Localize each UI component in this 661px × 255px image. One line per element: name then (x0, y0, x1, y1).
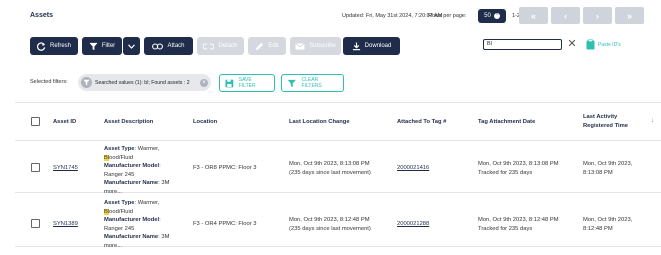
asset-id-link[interactable]: SYN1389 (53, 220, 78, 229)
filter-label: Filter (101, 43, 116, 49)
detach-label: Detach (218, 43, 238, 49)
assets-table: Asset ID Asset Description Location Last… (15, 102, 661, 255)
refresh-icon (36, 41, 46, 51)
clear-filters-button[interactable]: CLEAR FILTERS (281, 74, 344, 92)
chevron-updown-icon: ⌃ (493, 13, 500, 19)
top-bar: Assets Updated: Fri, May 31st 2024, 7:20… (0, 0, 661, 30)
column-attached-to-tag[interactable]: Attached To Tag # (397, 118, 446, 127)
paste-ids-label: Paste ID's (598, 41, 621, 48)
column-tag-attachment-date[interactable]: Tag Attachment Date (478, 118, 535, 127)
download-icon (352, 41, 360, 50)
location-cell: F3 - OR8 PPMC: Floor 3 (193, 165, 257, 171)
envelope-icon (295, 42, 305, 49)
link-icon (152, 42, 164, 50)
unlink-icon (203, 42, 215, 50)
attach-button[interactable]: Attach (144, 37, 193, 55)
search-input[interactable]: BI (483, 39, 562, 50)
subscribe-label: Subscribe (309, 43, 336, 49)
tag-attachment-date-cell: Mon, Oct 9th 2023, 8:12:48 PM Tracked fo… (478, 217, 559, 232)
download-label: Download (364, 43, 392, 49)
column-location[interactable]: Location (193, 118, 217, 127)
rows-per-page-value: 50 (484, 13, 491, 19)
save-icon (225, 79, 234, 87)
edit-label: Edit (268, 43, 279, 49)
attach-label: Attach (167, 43, 185, 49)
column-last-activity[interactable]: Last Activity Registered Time (583, 113, 628, 131)
last-activity-cell: Mon, Oct 9th 2023, 8:12:48 PM (583, 217, 633, 232)
column-asset-id[interactable]: Asset ID (53, 118, 76, 127)
clear-search-icon[interactable]: ✕ (566, 38, 578, 51)
prev-page-button[interactable]: ‹ (551, 7, 580, 24)
save-filter-label: SAVE FILTER (238, 77, 256, 89)
selected-filters-label: Selected filters: (30, 79, 68, 85)
location-cell: F3 - OR4 PPMC: Floor 3 (193, 221, 257, 227)
table-row[interactable]: SYN1745 Asset Type: Warmer, Blood/Fluid … (15, 141, 661, 196)
last-location-change-cell: Mon, Oct 9th 2023, 8:13:08 PM (235 days … (289, 161, 371, 176)
save-filter-button[interactable]: SAVE FILTER (219, 74, 275, 92)
last-page-button[interactable]: » (615, 7, 644, 24)
subscribe-button[interactable]: Subscribe (290, 37, 341, 55)
tag-link[interactable]: 2000021288 (397, 220, 429, 229)
first-page-button[interactable]: « (519, 7, 548, 24)
more-link[interactable]: more... (104, 242, 184, 251)
last-location-change-cell: Mon, Oct 9th 2023, 8:12:48 PM (235 days … (289, 217, 371, 232)
last-activity-cell: Mon, Oct 9th 2023, 8:13:08 PM (583, 161, 633, 176)
table-header: Asset ID Asset Description Location Last… (15, 103, 661, 141)
clipboard-icon (586, 39, 595, 50)
paste-ids-button[interactable]: Paste ID's (586, 38, 621, 51)
rows-per-page-select[interactable]: 50 ⌃ (478, 9, 506, 23)
asset-description: Asset Type: Warmer, Blood/Fluid Manufact… (104, 199, 184, 250)
clear-filter-icon (287, 79, 296, 87)
asset-id-link[interactable]: SYN1745 (53, 164, 78, 173)
filter-dropdown-button[interactable] (123, 37, 140, 55)
clear-filters-label: CLEAR FILTERS (301, 77, 322, 89)
rows-per-page-label: Rows per page: (428, 13, 467, 19)
filter-chip: Searched values (1): bl; Found assets : … (78, 74, 211, 91)
tag-attachment-date-cell: Mon, Oct 9th 2023, 8:13:08 PM Tracked fo… (478, 161, 559, 176)
download-button[interactable]: Download (343, 37, 400, 55)
chevron-down-icon (128, 43, 135, 49)
row-checkbox[interactable] (31, 163, 40, 172)
column-last-activity-line1: Last Activity (583, 114, 618, 120)
detach-button[interactable]: Detach (197, 37, 244, 55)
row-checkbox[interactable] (31, 219, 40, 228)
refresh-label: Refresh (49, 43, 71, 49)
column-last-activity-line2: Registered Time (583, 123, 628, 129)
next-page-button[interactable]: › (583, 7, 612, 24)
remove-filter-icon[interactable]: × (200, 78, 208, 87)
asset-description: Asset Type: Warmer, Blood/Fluid Manufact… (104, 145, 184, 196)
filter-chip-label: Searched values (1): bl; Found assets : … (95, 79, 190, 86)
filter-button[interactable]: Filter (82, 37, 122, 55)
select-all-checkbox[interactable] (31, 117, 40, 126)
column-asset-description[interactable]: Asset Description (104, 118, 153, 127)
edit-button[interactable]: Edit (248, 37, 286, 55)
pencil-icon (256, 42, 264, 50)
table-row[interactable]: SYN1389 Asset Type: Warmer, Blood/Fluid … (15, 195, 661, 250)
funnel-icon (81, 77, 92, 88)
refresh-button[interactable]: Refresh (30, 37, 78, 55)
column-last-location-change[interactable]: Last Location Change (289, 118, 350, 127)
page-title: Assets (30, 12, 53, 19)
funnel-icon (89, 42, 98, 50)
tag-link[interactable]: 2000021416 (397, 164, 429, 173)
sort-arrow-icon[interactable]: ↓ (651, 117, 655, 124)
